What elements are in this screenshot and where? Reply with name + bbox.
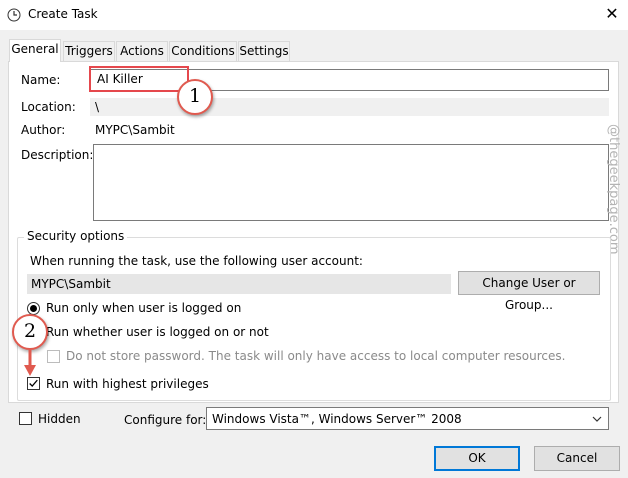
name-label: Name:: [21, 73, 61, 87]
cancel-button[interactable]: Cancel: [534, 446, 620, 471]
tab-conditions[interactable]: Conditions: [169, 41, 237, 61]
chevron-down-icon: [592, 416, 602, 422]
description-label: Description:: [21, 148, 94, 162]
security-title: Security options: [24, 229, 128, 243]
radio-selected-dot: [30, 305, 37, 312]
highest-privileges-checkbox[interactable]: [27, 377, 40, 390]
ok-button[interactable]: OK: [434, 446, 520, 471]
tab-settings[interactable]: Settings: [238, 41, 290, 61]
tab-actions[interactable]: Actions: [116, 41, 168, 61]
configure-value: Windows Vista™, Windows Server™ 2008: [212, 412, 462, 426]
clock-icon: [7, 8, 21, 22]
name-highlight-box: [89, 66, 189, 92]
red-arrow-icon: [24, 350, 36, 376]
hidden-checkbox[interactable]: [19, 412, 32, 425]
close-icon[interactable]: ✕: [600, 4, 624, 24]
account-value: MYPC\Sambit: [31, 277, 111, 291]
highest-privileges-label: Run with highest privileges: [46, 377, 209, 391]
svg-text:@thegeekpage.com: @thegeekpage.com: [606, 124, 621, 254]
change-user-button[interactable]: Change User or Group...: [458, 271, 600, 312]
account-prompt: When running the task, use the following…: [30, 254, 363, 268]
author-label: Author:: [21, 123, 66, 137]
radio-any-label: Run whether user is logged on or not: [46, 325, 269, 339]
window-title: Create Task: [28, 7, 98, 21]
location-bar: [90, 98, 609, 116]
no-store-password-label: Do not store password. The task will onl…: [66, 349, 566, 363]
location-label: Location:: [21, 100, 76, 114]
annotation-badge-1: 1: [177, 79, 213, 115]
configure-label: Configure for:: [124, 413, 207, 427]
description-field[interactable]: [93, 144, 609, 221]
annotation-badge-2: 2: [12, 314, 48, 350]
checkmark-icon: [29, 379, 38, 387]
hidden-label: Hidden: [38, 412, 81, 426]
configure-dropdown[interactable]: Windows Vista™, Windows Server™ 2008: [206, 407, 609, 430]
author-value: MYPC\Sambit: [95, 123, 175, 137]
tab-general[interactable]: General: [9, 39, 61, 62]
location-value: \: [95, 100, 100, 114]
no-store-password-checkbox[interactable]: [47, 350, 60, 363]
tab-triggers[interactable]: Triggers: [63, 41, 115, 61]
radio-logged-on-label: Run only when user is logged on: [46, 301, 242, 315]
